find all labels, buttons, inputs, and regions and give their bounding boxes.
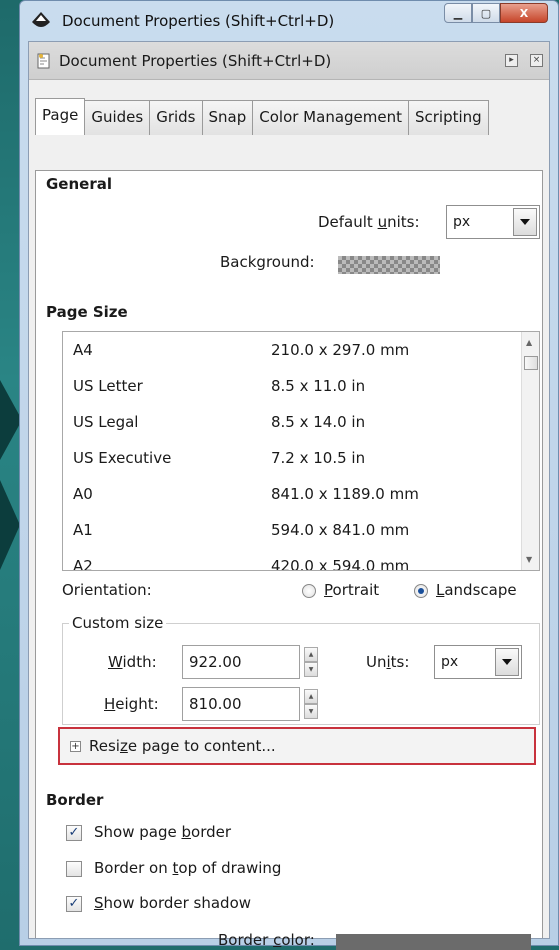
- show-page-border-label[interactable]: Show page border: [94, 823, 231, 841]
- custom-units-value: px: [441, 654, 459, 670]
- list-item[interactable]: A0 841.0 x 1189.0 mm: [63, 476, 539, 512]
- tab-snap[interactable]: Snap: [201, 100, 254, 135]
- dialog-window: Document Properties (Shift+Ctrl+D) ▁ ▢ X…: [19, 0, 559, 950]
- dialog-client: Document Properties (Shift+Ctrl+D) ▸ × P…: [28, 41, 550, 950]
- units-label: Units:: [366, 653, 410, 671]
- scroll-up-icon[interactable]: ▲: [526, 338, 532, 347]
- general-section-title: General: [46, 175, 112, 193]
- orientation-label: Orientation:: [62, 581, 152, 599]
- chevron-down-icon: [495, 648, 519, 676]
- default-units-value: px: [453, 214, 471, 230]
- portrait-radio[interactable]: [302, 584, 316, 598]
- page-size-section-title: Page Size: [46, 303, 128, 321]
- border-color-label: Border color:: [218, 931, 315, 949]
- show-border-shadow-label[interactable]: Show border shadow: [94, 894, 251, 912]
- dock-float-button[interactable]: ▸: [505, 54, 518, 67]
- maximize-button[interactable]: ▢: [472, 3, 500, 23]
- tab-color-management[interactable]: Color Management: [252, 100, 409, 135]
- tab-bar: Page Guides Grids Snap Color Management …: [29, 80, 549, 135]
- minimize-icon: ▁: [453, 6, 463, 20]
- dock-title: Document Properties (Shift+Ctrl+D): [59, 51, 332, 70]
- dock-close-button[interactable]: ×: [530, 54, 543, 67]
- spin-up-icon: ▲: [304, 647, 318, 662]
- list-item[interactable]: A1 594.0 x 841.0 mm: [63, 512, 539, 548]
- width-input[interactable]: 922.00: [182, 645, 300, 679]
- height-spinner[interactable]: ▲ ▼: [304, 689, 318, 719]
- tab-scripting[interactable]: Scripting: [408, 100, 489, 135]
- close-icon: X: [519, 6, 529, 20]
- tab-guides[interactable]: Guides: [84, 100, 151, 135]
- landscape-label[interactable]: Landscape: [436, 581, 517, 599]
- custom-units-select[interactable]: px: [434, 645, 522, 679]
- custom-size-legend: Custom size: [69, 614, 167, 632]
- dock-header: Document Properties (Shift+Ctrl+D) ▸ ×: [29, 42, 549, 80]
- list-scrollbar[interactable]: ▲ ▼: [521, 332, 539, 570]
- list-item[interactable]: A2 420.0 x 594.0 mm: [63, 548, 539, 570]
- border-on-top-checkbox[interactable]: [66, 861, 82, 877]
- resize-page-to-content-expander[interactable]: + Resize page to content...: [58, 727, 536, 765]
- close-icon: ×: [532, 55, 541, 65]
- border-color-swatch[interactable]: [336, 934, 531, 950]
- inkscape-app-icon: [32, 12, 50, 27]
- scroll-down-icon[interactable]: ▼: [526, 555, 532, 564]
- show-border-shadow-checkbox[interactable]: ✓: [66, 896, 82, 912]
- list-item[interactable]: US Executive 7.2 x 10.5 in: [63, 440, 539, 476]
- tab-grids[interactable]: Grids: [149, 100, 203, 135]
- width-label: Width:: [108, 653, 157, 671]
- list-item[interactable]: US Letter 8.5 x 11.0 in: [63, 368, 539, 404]
- maximize-icon: ▢: [480, 6, 492, 20]
- window-title: Document Properties (Shift+Ctrl+D): [62, 12, 335, 30]
- document-properties-icon: [37, 53, 50, 68]
- border-on-top-label[interactable]: Border on top of drawing: [94, 859, 281, 877]
- list-item[interactable]: US Legal 8.5 x 14.0 in: [63, 404, 539, 440]
- spin-down-icon: ▼: [304, 662, 318, 677]
- expander-plus-icon[interactable]: +: [70, 740, 81, 752]
- background-color-swatch[interactable]: [338, 256, 440, 274]
- border-section-title: Border: [46, 791, 104, 809]
- list-item[interactable]: A4 210.0 x 297.0 mm: [63, 332, 539, 368]
- default-units-label: Default units:: [318, 213, 420, 231]
- window-titlebar[interactable]: Document Properties (Shift+Ctrl+D) ▁ ▢ X: [20, 1, 558, 41]
- close-button[interactable]: X: [500, 3, 548, 23]
- spin-down-icon: ▼: [304, 704, 318, 719]
- tab-page[interactable]: Page: [35, 98, 86, 135]
- background-label: Background:: [220, 253, 315, 271]
- portrait-label[interactable]: Portrait: [324, 581, 379, 599]
- chevron-down-icon: [513, 208, 537, 236]
- height-label: Height:: [104, 695, 159, 713]
- width-spinner[interactable]: ▲ ▼: [304, 647, 318, 677]
- spin-up-icon: ▲: [304, 689, 318, 704]
- landscape-radio[interactable]: [414, 584, 428, 598]
- resize-page-label[interactable]: Resize page to content...: [89, 737, 276, 755]
- page-tab-panel: General Default units: px Background: Pa…: [35, 170, 543, 950]
- float-icon: ▸: [509, 55, 514, 65]
- default-units-select[interactable]: px: [446, 205, 540, 239]
- minimize-button[interactable]: ▁: [444, 3, 472, 23]
- height-input[interactable]: 810.00: [182, 687, 300, 721]
- page-size-list[interactable]: A4 210.0 x 297.0 mm US Letter 8.5 x 11.0 i…: [62, 331, 540, 571]
- scroll-thumb[interactable]: [524, 356, 538, 370]
- show-page-border-checkbox[interactable]: ✓: [66, 825, 82, 841]
